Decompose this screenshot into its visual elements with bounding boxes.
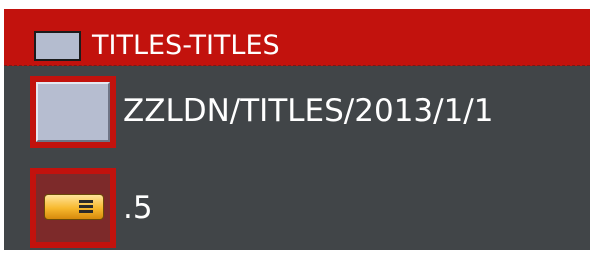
segment-icon[interactable] — [44, 194, 104, 220]
list-item[interactable]: ZZLDN/TITLES/2013/1/1 — [4, 67, 590, 157]
clip-color-swatch-icon[interactable] — [36, 82, 110, 142]
clip-name: ZZLDN/TITLES/2013/1/1 — [123, 93, 494, 129]
selection-frame — [30, 76, 116, 148]
bin-title: TITLES-TITLES — [92, 30, 280, 61]
bin-header[interactable]: TITLES-TITLES — [4, 9, 590, 66]
selection-frame — [30, 168, 116, 248]
bin-color-swatch-icon — [34, 31, 81, 61]
list-item[interactable]: .5 — [4, 162, 590, 250]
grip-icon — [79, 200, 93, 214]
segment-icon-background — [36, 174, 110, 242]
segment-name: .5 — [123, 190, 153, 226]
